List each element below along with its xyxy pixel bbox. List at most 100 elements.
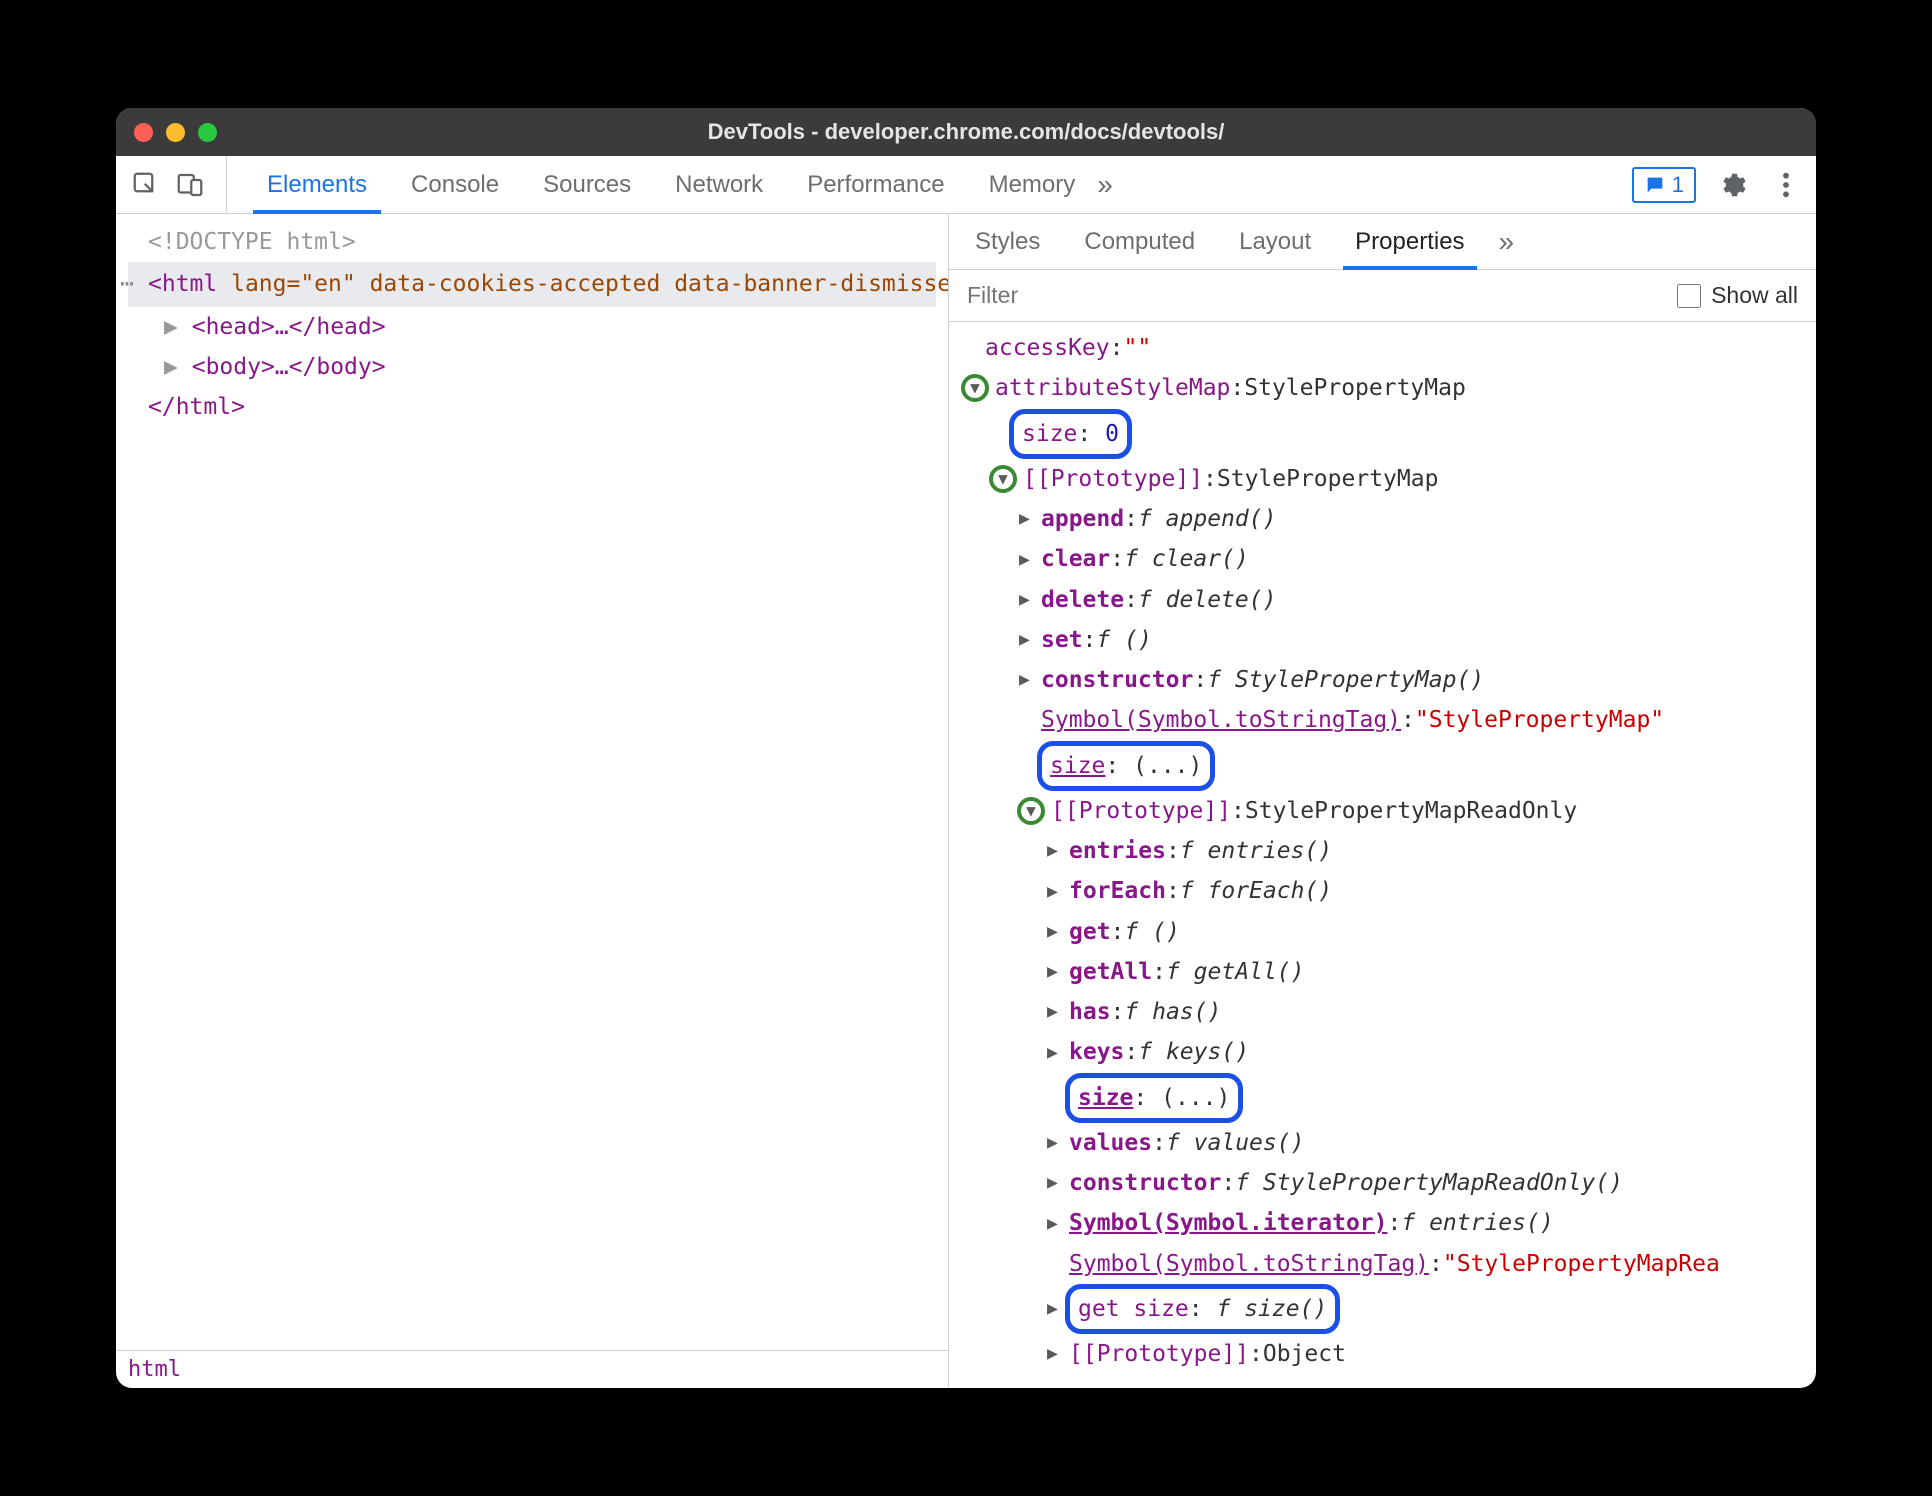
more-subtabs-icon[interactable]: »	[1499, 226, 1515, 258]
tab-performance[interactable]: Performance	[785, 156, 966, 213]
titlebar: DevTools - developer.chrome.com/docs/dev…	[116, 108, 1816, 156]
property-row[interactable]: ▶getAll: f getAll()	[963, 952, 1816, 992]
expand-icon[interactable]: ▶	[1019, 664, 1037, 696]
property-row[interactable]: ▶entries: f entries()	[963, 831, 1816, 871]
property-key: size	[1022, 421, 1077, 447]
property-row[interactable]: ▶constructor: f StylePropertyMap()	[963, 660, 1816, 700]
property-key: get	[1069, 912, 1111, 952]
expand-icon[interactable]: ▶	[1019, 624, 1037, 656]
property-key: accessKey	[985, 328, 1110, 368]
property-row[interactable]: accessKey: ""	[963, 328, 1816, 368]
subtab-computed[interactable]: Computed	[1062, 214, 1217, 269]
property-row[interactable]: ▶values: f values()	[963, 1123, 1816, 1163]
expand-icon[interactable]: ▶	[1047, 1037, 1065, 1069]
expand-circle-icon[interactable]: ▼	[1017, 797, 1045, 825]
property-row[interactable]: ▶constructor: f StylePropertyMapReadOnly…	[963, 1163, 1816, 1203]
device-toggle-icon[interactable]	[172, 167, 208, 203]
issues-count: 1	[1672, 172, 1684, 198]
dom-body[interactable]: ▶ <body>…</body>	[128, 347, 936, 387]
toolbar-right: 1	[1632, 167, 1804, 203]
property-row[interactable]: ▶delete: f delete()	[963, 580, 1816, 620]
subtab-styles[interactable]: Styles	[953, 214, 1062, 269]
property-row[interactable]: ▶[[Prototype]]: Object	[963, 1334, 1816, 1374]
expand-icon[interactable]: ▶	[1019, 584, 1037, 616]
properties-tree[interactable]: accessKey: ""▼attributeStyleMap: StylePr…	[949, 322, 1816, 1388]
main-tabs: Elements Console Sources Network Perform…	[245, 156, 1632, 213]
more-tabs-icon[interactable]: »	[1097, 169, 1113, 201]
expand-icon[interactable]: ▶	[1047, 1167, 1065, 1199]
property-row[interactable]: ▶Symbol(Symbol.iterator): f entries()	[963, 1203, 1816, 1243]
dom-html-close[interactable]: </html>	[128, 387, 936, 427]
tab-console[interactable]: Console	[389, 156, 521, 213]
expand-icon[interactable]: ▶	[1047, 996, 1065, 1028]
expand-circle-icon[interactable]: ▼	[989, 465, 1017, 493]
filter-input[interactable]	[967, 282, 1677, 309]
subtab-layout[interactable]: Layout	[1217, 214, 1333, 269]
property-key: size	[1050, 753, 1105, 779]
property-row[interactable]: ▶get size: f size()	[963, 1284, 1816, 1334]
expand-icon[interactable]: ▶	[1047, 916, 1065, 948]
property-row[interactable]: ▼[[Prototype]]: StylePropertyMapReadOnly	[963, 791, 1816, 831]
property-key: delete	[1041, 580, 1124, 620]
property-key: constructor	[1069, 1163, 1221, 1203]
expand-icon[interactable]: ▶	[1047, 1338, 1065, 1370]
content: <!DOCTYPE html> <html lang="en" data-coo…	[116, 214, 1816, 1388]
subtab-properties[interactable]: Properties	[1333, 214, 1486, 269]
dom-doctype[interactable]: <!DOCTYPE html>	[128, 222, 936, 262]
expand-icon[interactable]: ▶	[1019, 503, 1037, 535]
expand-icon[interactable]: ▶	[1047, 835, 1065, 867]
property-key: getAll	[1069, 952, 1152, 992]
inspect-icon[interactable]	[128, 167, 164, 203]
breadcrumb[interactable]: html	[116, 1350, 948, 1388]
elements-panel: <!DOCTYPE html> <html lang="en" data-coo…	[116, 214, 949, 1388]
property-key: get size	[1078, 1296, 1189, 1322]
tab-elements[interactable]: Elements	[245, 156, 389, 213]
property-row[interactable]: ▶clear: f clear()	[963, 539, 1816, 579]
expand-icon[interactable]: ▶	[1047, 956, 1065, 988]
kebab-menu-icon[interactable]	[1768, 167, 1804, 203]
issues-button[interactable]: 1	[1632, 167, 1696, 203]
settings-icon[interactable]	[1714, 167, 1750, 203]
expand-icon[interactable]: ▶	[1047, 1127, 1065, 1159]
expand-icon[interactable]: ▶	[1047, 1293, 1065, 1325]
traffic-lights	[134, 123, 217, 142]
expand-icon[interactable]: ▶	[1047, 876, 1065, 908]
dom-tree[interactable]: <!DOCTYPE html> <html lang="en" data-coo…	[116, 214, 948, 1350]
property-key: set	[1041, 620, 1083, 660]
tab-sources[interactable]: Sources	[521, 156, 653, 213]
property-row[interactable]: Symbol(Symbol.toStringTag): "StyleProper…	[963, 700, 1816, 740]
property-row[interactable]: ▶append: f append()	[963, 499, 1816, 539]
expand-icon[interactable]: ▶	[1019, 544, 1037, 576]
property-row[interactable]: ▶set: f ()	[963, 620, 1816, 660]
property-key: Symbol(Symbol.toStringTag)	[1041, 700, 1401, 740]
close-button[interactable]	[134, 123, 153, 142]
maximize-button[interactable]	[198, 123, 217, 142]
property-row[interactable]: ▼[[Prototype]]: StylePropertyMap	[963, 459, 1816, 499]
property-key: entries	[1069, 831, 1166, 871]
property-key: values	[1069, 1123, 1152, 1163]
property-row[interactable]: Symbol(Symbol.toStringTag): "StyleProper…	[963, 1244, 1816, 1284]
tab-network[interactable]: Network	[653, 156, 785, 213]
minimize-button[interactable]	[166, 123, 185, 142]
property-key: Symbol(Symbol.toStringTag)	[1069, 1244, 1429, 1284]
devtools-window: DevTools - developer.chrome.com/docs/dev…	[116, 108, 1816, 1388]
show-all-label[interactable]: Show all	[1677, 282, 1798, 309]
expand-icon[interactable]: ▶	[1047, 1208, 1065, 1240]
dom-head[interactable]: ▶ <head>…</head>	[128, 307, 936, 347]
property-row[interactable]: size: 0	[963, 409, 1816, 459]
property-key: forEach	[1069, 871, 1166, 911]
dom-html-open[interactable]: <html lang="en" data-cookies-accepted da…	[128, 262, 936, 306]
property-row[interactable]: size: (...)	[963, 741, 1816, 791]
property-row[interactable]: ▼attributeStyleMap: StylePropertyMap	[963, 368, 1816, 408]
property-row[interactable]: size: (...)	[963, 1073, 1816, 1123]
property-key: constructor	[1041, 660, 1193, 700]
tab-memory[interactable]: Memory	[967, 156, 1098, 213]
property-row[interactable]: ▶forEach: f forEach()	[963, 871, 1816, 911]
show-all-checkbox[interactable]	[1677, 284, 1701, 308]
property-row[interactable]: ▶keys: f keys()	[963, 1032, 1816, 1072]
expand-circle-icon[interactable]: ▼	[961, 374, 989, 402]
property-row[interactable]: ▶get: f ()	[963, 912, 1816, 952]
toolbar-left	[128, 156, 227, 213]
property-row[interactable]: ▶has: f has()	[963, 992, 1816, 1032]
window-title: DevTools - developer.chrome.com/docs/dev…	[708, 119, 1225, 145]
